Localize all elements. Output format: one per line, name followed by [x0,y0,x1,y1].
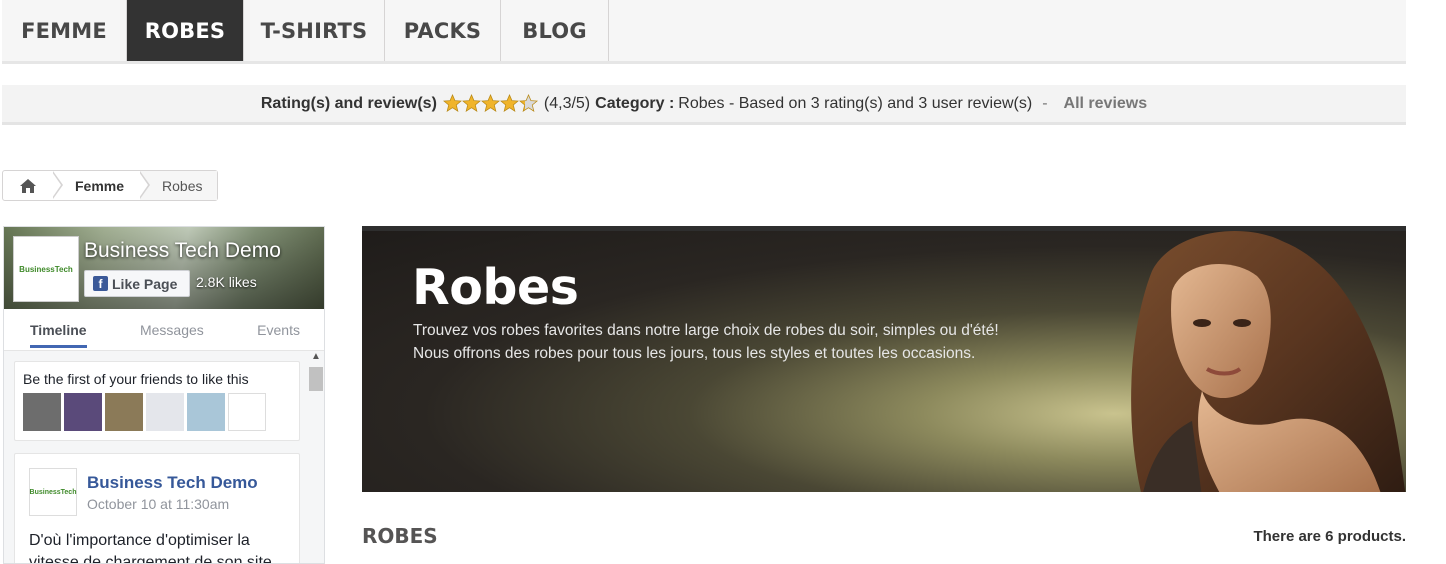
facebook-icon: f [93,276,108,291]
friend-avatar[interactable] [23,393,61,431]
friend-avatar[interactable] [64,393,102,431]
tab-timeline[interactable]: Timeline [30,322,87,348]
banner-title: Robes [412,259,579,316]
rating-summary: Rating(s) and review(s) (4,3/5) Category… [2,85,1406,125]
banner-description-line-2: Nous offrons des robes pour tous les jou… [413,345,976,362]
breadcrumb-current: Robes [140,171,217,200]
friends-like-text: Be the first of your friends to like thi… [23,371,249,387]
rating-score: (4,3/5) [543,94,591,112]
facebook-logo-text: BusinessTech [19,264,73,274]
all-reviews-link[interactable]: All reviews [1064,95,1148,113]
post-logo-text: BusinessTech [29,488,77,496]
breadcrumb-femme[interactable]: Femme [53,171,151,200]
home-icon [20,178,36,193]
friend-avatars [23,393,291,431]
star-icon [461,94,481,112]
facebook-scrollbar[interactable]: ▲ [308,351,324,563]
facebook-page-logo[interactable]: BusinessTech [13,236,79,302]
tab-messages[interactable]: Messages [140,322,204,338]
category-title: ROBES [362,524,438,548]
menu-item-packs[interactable]: PACKS [385,0,501,61]
facebook-page-name[interactable]: Business Tech Demo [84,239,281,263]
model-photo [1131,231,1406,492]
post-author-avatar[interactable]: BusinessTech [29,468,77,516]
facebook-post: BusinessTech Business Tech Demo October … [14,453,300,564]
post-text: D'où l'importance d'optimiser la vitesse… [29,532,272,564]
star-icon [442,94,462,112]
scrollbar-thumb[interactable] [309,367,323,391]
post-author-name[interactable]: Business Tech Demo [87,473,258,493]
category-banner: Robes Trouvez vos robes favorites dans n… [362,226,1406,492]
category-rating-text: Robes - Based on 3 rating(s) and 3 user … [678,94,1033,112]
facebook-tabs: Timeline Messages Events [4,309,324,351]
menu-item-robes[interactable]: ROBES [127,0,244,61]
rating-label: Rating(s) and review(s) [260,94,437,112]
star-icon [518,94,538,112]
breadcrumb-femme-label: Femme [75,177,125,194]
star-icon [499,94,519,112]
tab-events[interactable]: Events [257,322,300,338]
facebook-likes-count: 2.8K likes [196,274,257,290]
breadcrumb: Femme Robes [2,170,218,201]
friend-avatar[interactable] [228,393,266,431]
post-date[interactable]: October 10 at 11:30am [87,496,229,512]
like-page-button[interactable]: f Like Page [84,270,190,297]
scroll-up-icon[interactable]: ▲ [308,351,324,367]
star-icon [480,94,500,112]
friend-avatar[interactable] [187,393,225,431]
menu-item-femme[interactable]: FEMME [2,0,127,61]
category-label: Category : [595,94,675,112]
friends-like-card: Be the first of your friends to like thi… [14,361,300,441]
facebook-page-widget: BusinessTech Business Tech Demo f Like P… [3,226,325,564]
menu-item-t-shirts[interactable]: T-SHIRTS [244,0,385,61]
banner-description-line-1: Trouvez vos robes favorites dans notre l… [413,322,999,339]
rating-stars [442,94,538,113]
menu-item-blog[interactable]: BLOG [501,0,609,61]
like-page-label: Like Page [112,275,178,292]
main-menu: FEMME ROBES T-SHIRTS PACKS BLOG [2,0,1406,64]
separator: - [1042,94,1048,112]
friend-avatar[interactable] [105,393,143,431]
product-count: There are 6 products. [1253,528,1406,545]
friend-avatar[interactable] [146,393,184,431]
breadcrumb-home[interactable] [3,171,63,200]
